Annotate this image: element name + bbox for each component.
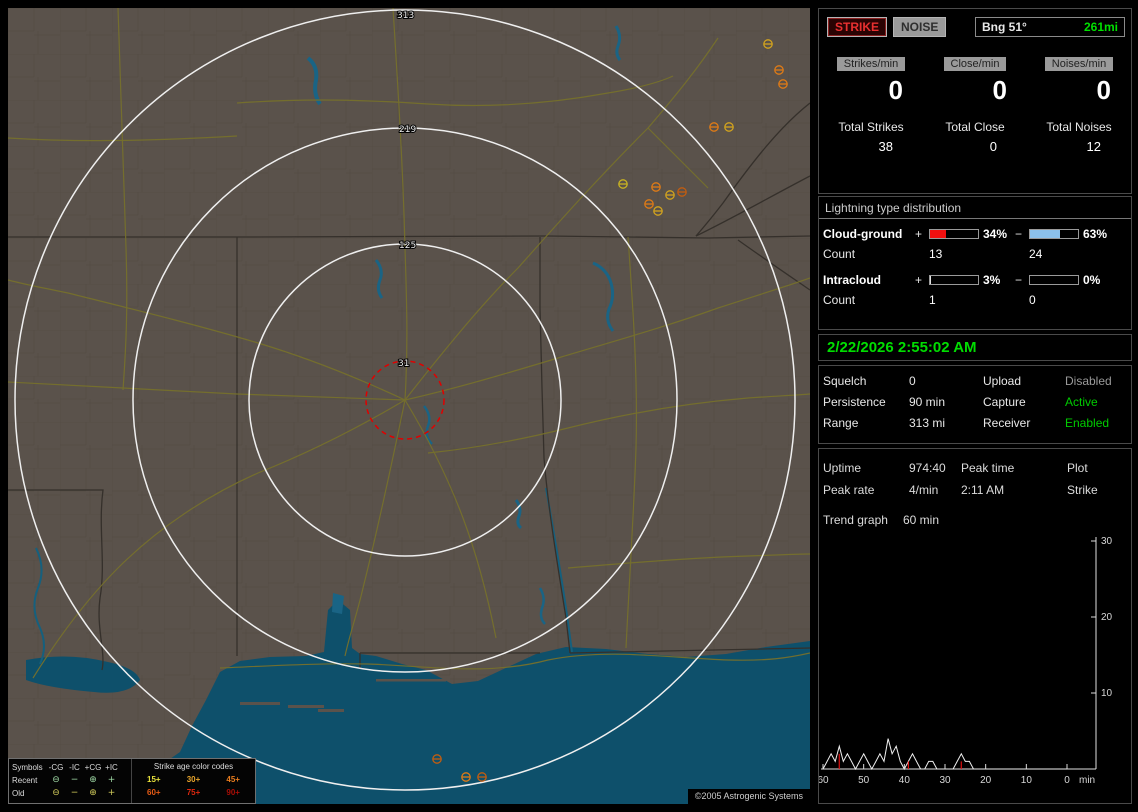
persistence-value: 90 min bbox=[909, 395, 946, 409]
recent-neg-ic-icon: − bbox=[70, 775, 79, 785]
distribution-panel: Lightning type distribution Cloud-ground… bbox=[818, 196, 1132, 330]
recent-pos-ic-icon: + bbox=[107, 775, 116, 785]
peak-rate-label: Peak rate bbox=[823, 483, 875, 497]
noises-per-min-label: Noises/min bbox=[1044, 57, 1114, 71]
svg-text:50: 50 bbox=[858, 775, 870, 786]
trend-panel: Uptime 974:40 Peak time Plot Peak rate 4… bbox=[818, 448, 1132, 804]
range-value: 313 mi bbox=[909, 416, 946, 430]
squelch-value: 0 bbox=[909, 374, 916, 388]
peak-rate-value: 4/min bbox=[909, 483, 939, 497]
receiver-status: Enabled bbox=[1065, 416, 1110, 430]
lightning-map[interactable]: 313 219 125 31 Symbols -CG -IC +CG +IC R… bbox=[8, 8, 810, 804]
upload-status: Disabled bbox=[1065, 374, 1112, 388]
svg-text:60: 60 bbox=[819, 775, 829, 786]
svg-text:40: 40 bbox=[899, 775, 911, 786]
ic-negative-bar bbox=[1029, 275, 1079, 285]
bearing-display: Bng 51° 261mi bbox=[975, 17, 1125, 37]
age-15: 15+ bbox=[147, 775, 161, 784]
peak-time-value: 2:11 AM bbox=[961, 483, 1005, 497]
strikes-per-min-value: 0 bbox=[888, 75, 903, 105]
legend-age-codes: Strike age color codes 15+ 30+ 45+ 60+ 7… bbox=[131, 759, 255, 803]
trend-graph-label: Trend graph bbox=[823, 513, 888, 527]
trend-graph: 60 50 40 30 20 10 0 min 10 20 30 bbox=[819, 536, 1113, 786]
svg-text:min: min bbox=[1079, 775, 1095, 786]
svg-text:20: 20 bbox=[1101, 612, 1113, 623]
old-neg-ic-icon: − bbox=[70, 788, 79, 798]
bearing-value: Bng 51° bbox=[982, 20, 1027, 34]
plot-value: Strike bbox=[1067, 483, 1098, 497]
recent-neg-cg-icon: ⊖ bbox=[52, 775, 60, 785]
uptime-label: Uptime bbox=[823, 461, 862, 475]
datetime-display: 2/22/2026 2:55:02 AM bbox=[818, 334, 1132, 361]
upload-label: Upload bbox=[983, 374, 1022, 388]
strikes-per-min-label: Strikes/min bbox=[836, 57, 906, 71]
map-canvas: 313 219 125 31 bbox=[8, 8, 810, 804]
trend-axis-labels: 60 50 40 30 20 10 0 min 10 20 30 bbox=[819, 536, 1113, 786]
svg-text:30: 30 bbox=[1101, 536, 1113, 547]
strike-mode-button[interactable]: STRIKE bbox=[827, 17, 888, 37]
receiver-label: Receiver bbox=[983, 416, 1031, 430]
noise-mode-button[interactable]: NOISE bbox=[893, 17, 947, 37]
total-noises: Total Noises 12 bbox=[1046, 120, 1112, 154]
copyright-notice: ©2005 Astrogenic Systems bbox=[687, 789, 810, 804]
range-label: Range bbox=[823, 416, 859, 430]
close-per-min-value: 0 bbox=[992, 75, 1007, 105]
squelch-label: Squelch bbox=[823, 374, 867, 388]
svg-text:30: 30 bbox=[939, 775, 951, 786]
peak-time-label: Peak time bbox=[961, 461, 1015, 475]
svg-text:0: 0 bbox=[1064, 775, 1070, 786]
nexstorm-app: { "header": { "strike_button": "STRIKE",… bbox=[0, 0, 1138, 812]
noises-per-min-value: 0 bbox=[1096, 75, 1111, 105]
distribution-title: Lightning type distribution bbox=[819, 197, 1131, 219]
legend-symbols: Symbols -CG -IC +CG +IC Recent ⊖ − ⊕ + O… bbox=[9, 759, 131, 803]
ic-positive-bar bbox=[929, 275, 979, 285]
total-close: Total Close 0 bbox=[945, 120, 1005, 154]
ring-label-125: 125 bbox=[399, 241, 416, 251]
map-legend: Symbols -CG -IC +CG +IC Recent ⊖ − ⊕ + O… bbox=[8, 758, 256, 804]
age-75: 75+ bbox=[186, 788, 201, 797]
old-pos-cg-icon: ⊕ bbox=[89, 788, 97, 798]
old-neg-cg-icon: ⊖ bbox=[52, 788, 60, 798]
ring-label-31: 31 bbox=[398, 359, 409, 369]
cloud-ground-count-row: Count 13 24 bbox=[823, 247, 1043, 261]
legend-symbols-header: Symbols bbox=[12, 763, 43, 772]
cg-positive-bar bbox=[929, 229, 979, 239]
recent-pos-cg-icon: ⊕ bbox=[89, 775, 97, 785]
stats-panel: STRIKE NOISE Bng 51° 261mi Strikes/min C… bbox=[818, 8, 1132, 194]
cg-negative-bar bbox=[1029, 229, 1079, 239]
ring-label-313: 313 bbox=[397, 11, 414, 21]
total-strikes: Total Strikes 38 bbox=[838, 120, 904, 154]
plot-label: Plot bbox=[1067, 461, 1088, 475]
persistence-label: Persistence bbox=[823, 395, 886, 409]
cloud-ground-row: Cloud-ground + 34% − 63% bbox=[823, 227, 1108, 241]
svg-text:20: 20 bbox=[980, 775, 992, 786]
settings-panel: Squelch 0 Upload Disabled Persistence 90… bbox=[818, 365, 1132, 444]
age-30: 30+ bbox=[186, 775, 201, 784]
svg-text:10: 10 bbox=[1101, 688, 1113, 699]
age-90: 90+ bbox=[226, 788, 240, 797]
trend-window-value: 60 min bbox=[903, 513, 940, 527]
capture-status: Active bbox=[1065, 395, 1098, 409]
old-pos-ic-icon: + bbox=[107, 788, 116, 798]
capture-label: Capture bbox=[983, 395, 1026, 409]
ring-label-219: 219 bbox=[399, 125, 416, 135]
age-45: 45+ bbox=[226, 775, 240, 784]
age-60: 60+ bbox=[147, 788, 161, 797]
uptime-value: 974:40 bbox=[909, 461, 946, 475]
svg-text:10: 10 bbox=[1021, 775, 1033, 786]
bearing-range: 261mi bbox=[1083, 20, 1118, 34]
intracloud-count-row: Count 1 0 bbox=[823, 293, 1036, 307]
intracloud-row: Intracloud + 3% − 0% bbox=[823, 273, 1101, 287]
close-per-min-label: Close/min bbox=[943, 57, 1007, 71]
